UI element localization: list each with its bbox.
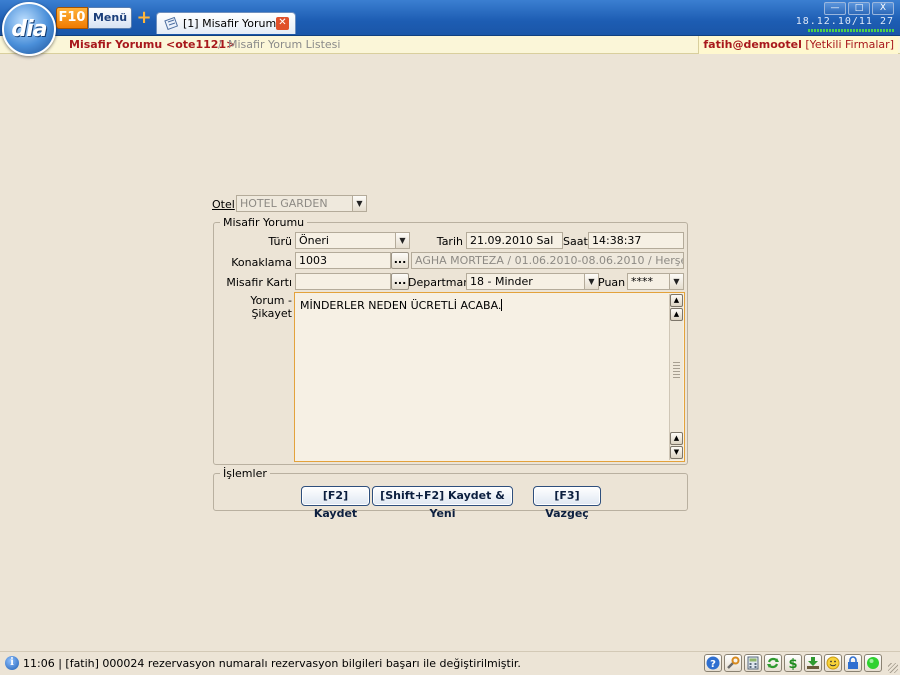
misafir-karti-field[interactable] [295,273,391,290]
cancel-button[interactable]: [F3] Vazgeç [533,486,601,520]
breadcrumb-separator: / [218,38,222,51]
help-icon[interactable]: ? [704,654,722,672]
tab-label: [1] Misafir Yorumu [183,17,284,30]
scroll-top-icon[interactable]: ▲ [670,294,683,307]
group-title: Misafir Yorumu [220,216,308,229]
saat-label: Saat [563,235,588,248]
close-button[interactable]: X [872,2,894,15]
otel-value: HOTEL GARDEN [240,197,328,210]
puan-value: **** [631,275,653,288]
window-controls: — □ X [824,2,894,16]
title-bar: F10 Menü + [1] Misafir Yorumu ✕ — □ X 18… [0,0,900,36]
status-message: 11:06 | [fatih] 000024 rezervasyon numar… [23,657,521,670]
info-icon: i [5,656,19,670]
save-and-new-button[interactable]: [Shift+F2] Kaydet & Yeni [372,486,513,520]
tools-icon[interactable] [724,654,742,672]
f10-button[interactable]: F10 [56,7,88,29]
logo-text: dia [11,16,47,42]
svg-text:?: ? [710,659,716,670]
konaklama-field[interactable]: 1003 [295,252,391,269]
scroll-down-icon[interactable]: ▲ [670,432,683,445]
scroll-thumb[interactable] [673,362,680,378]
misafir-karti-label: Misafir Kartı [226,276,292,289]
scroll-up-icon[interactable]: ▲ [670,308,683,321]
resize-grip[interactable] [888,663,898,673]
breadcrumb-current: Misafir Yorumu <ote1121> [69,38,236,51]
departman-value: 18 - Minder [470,275,533,288]
departman-label: Departman [408,276,471,289]
islemler-title: İşlemler [220,467,270,480]
yorum-label: Yorum - Şikayet [250,294,292,320]
konaklama-label: Konaklama [231,256,292,269]
otel-select[interactable]: HOTEL GARDEN ▼ [236,195,367,212]
download-icon[interactable] [804,654,822,672]
turu-label: Türü [268,235,292,248]
tab-misafir-yorumu[interactable]: [1] Misafir Yorumu ✕ [156,12,296,34]
tarih-label: Tarih [436,235,463,248]
konaklama-detail: AGHA MORTEZA / 01.06.2010-08.06.2010 / H… [411,252,684,269]
turu-select[interactable]: Öneri ▼ [295,232,410,249]
yorum-textarea[interactable]: MİNDERLER NEDEN ÜCRETLİ ACABA. ▲ ▲ ▲ ▼ [294,292,685,462]
chevron-down-icon[interactable]: ▼ [584,274,598,289]
refresh-icon[interactable] [764,654,782,672]
puan-select[interactable]: **** ▼ [627,273,684,290]
tab-close-icon[interactable]: ✕ [276,17,289,30]
text-caret [501,299,503,311]
svg-text:$: $ [788,657,797,670]
status-green-icon[interactable] [864,654,882,672]
save-button[interactable]: [F2] Kaydet [301,486,370,520]
authorized-companies-link[interactable]: [Yetkili Firmalar] [805,38,894,51]
otel-label: Otel [212,198,235,211]
tray-icons: ? $ [704,654,882,672]
konaklama-lookup-button[interactable]: ... [391,252,409,269]
chevron-down-icon[interactable]: ▼ [352,196,366,211]
saat-field[interactable]: 14:38:37 [588,232,684,249]
otel-label-text: Otel [212,198,235,211]
misafir-karti-lookup-button[interactable]: ... [391,273,409,290]
chevron-down-icon[interactable]: ▼ [669,274,683,289]
maximize-button[interactable]: □ [848,2,870,15]
calculator-icon[interactable] [744,654,762,672]
puan-label: Puan [598,276,626,289]
breadcrumb: Misafir Yorumu <ote1121> / Misafir Yorum… [0,36,900,54]
user-name: fatih@demootel [703,38,802,51]
menu-button[interactable]: Menü [88,7,132,29]
new-tab-plus-icon[interactable]: + [136,9,152,27]
dollar-icon[interactable]: $ [784,654,802,672]
breadcrumb-list-link[interactable]: Misafir Yorum Listesi [228,38,340,51]
departman-select[interactable]: 18 - Minder ▼ [466,273,599,290]
tarih-field[interactable]: 21.09.2010 Sal [466,232,563,249]
user-box: fatih@demootel [Yetkili Firmalar] [698,36,898,54]
form-icon [164,16,178,30]
turu-value: Öneri [299,234,329,247]
clock: 18.12.10/11 27 [795,16,894,27]
yorum-text: MİNDERLER NEDEN ÜCRETLİ ACABA. [300,299,503,312]
minimize-button[interactable]: — [824,2,846,15]
lock-icon[interactable] [844,654,862,672]
dia-logo[interactable]: dia [2,2,56,56]
yorum-value: MİNDERLER NEDEN ÜCRETLİ ACABA. [300,299,502,312]
status-bar: i 11:06 | [fatih] 000024 rezervasyon num… [0,651,900,675]
smiley-icon[interactable] [824,654,842,672]
memo-scrollbar[interactable]: ▲ ▲ ▲ ▼ [669,294,683,460]
connection-indicator [808,29,894,32]
scroll-bottom-icon[interactable]: ▼ [670,446,683,459]
chevron-down-icon[interactable]: ▼ [395,233,409,248]
